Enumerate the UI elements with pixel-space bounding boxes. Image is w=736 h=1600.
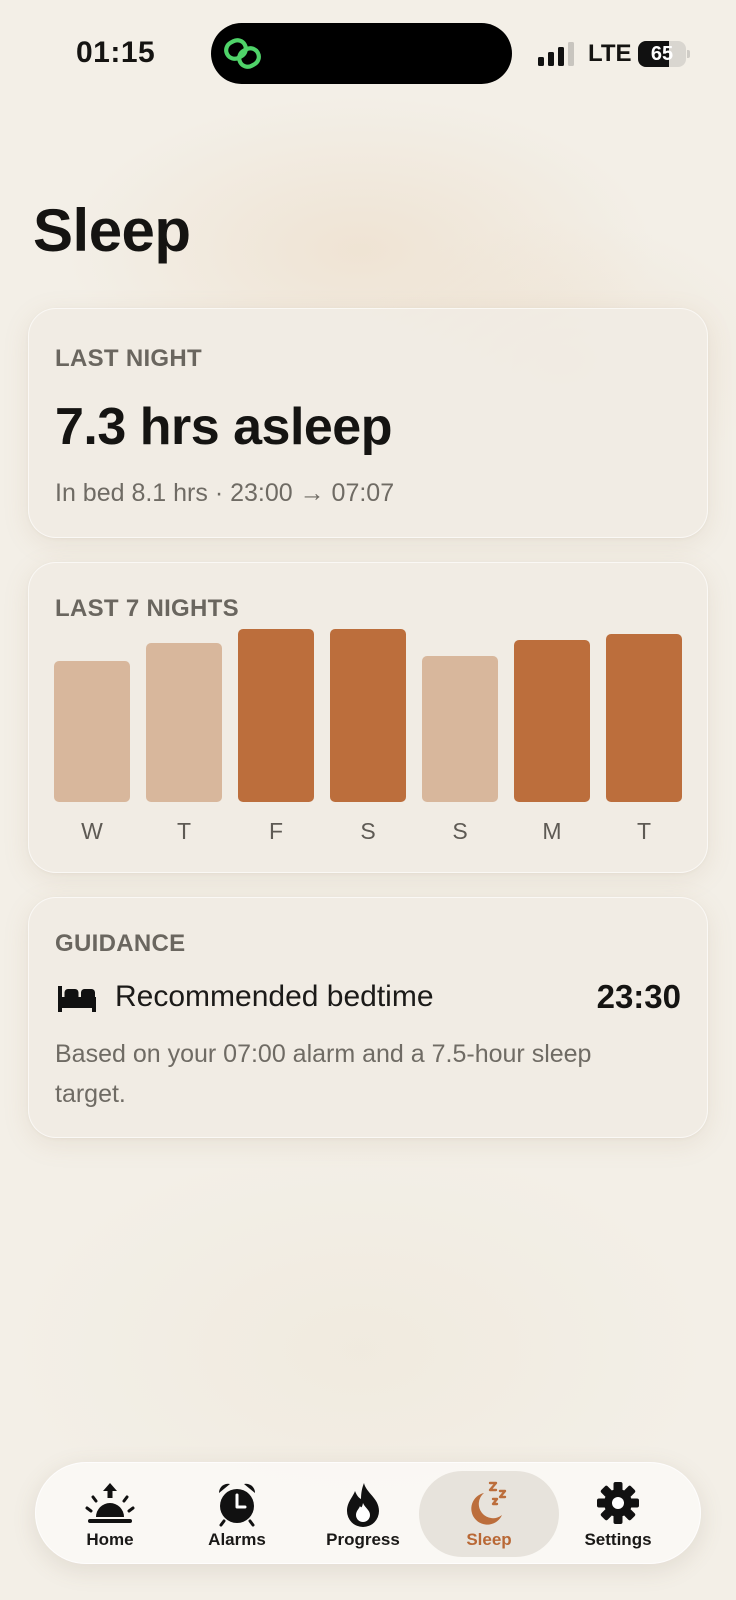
gear-icon — [597, 1482, 639, 1524]
last-night-label: LAST NIGHT — [55, 345, 202, 372]
last-7-nights-card[interactable]: LAST 7 NIGHTS WTFSSMT — [28, 562, 708, 873]
sleep-bar[interactable] — [422, 656, 498, 802]
sleep-bar[interactable] — [146, 643, 222, 802]
battery-body: 65 — [638, 41, 686, 67]
page-title: Sleep — [33, 197, 191, 264]
dynamic-island[interactable] — [211, 23, 512, 84]
sleep-bar[interactable] — [330, 629, 406, 802]
battery-cap — [687, 50, 690, 58]
tab-home[interactable]: Home — [40, 1471, 180, 1557]
in-bed-summary: In bed 8.1 hrs · 23:00 → 07:07 — [55, 479, 395, 507]
alarm-clock-icon — [218, 1483, 256, 1527]
recommended-bedtime-value: 23:30 — [596, 978, 681, 1015]
day-label: S — [360, 818, 376, 844]
tab-settings[interactable]: Settings — [548, 1471, 688, 1557]
tab-alarms[interactable]: Alarms — [167, 1471, 307, 1557]
battery-percent: 65 — [650, 43, 674, 65]
tab-bar: Home Alarms Progress Sleep Settings — [35, 1462, 701, 1564]
linked-rings-icon — [224, 38, 261, 69]
guidance-label: GUIDANCE — [55, 930, 186, 957]
sunrise-icon — [85, 1483, 135, 1523]
tab-alarms-label: Alarms — [208, 1530, 266, 1549]
tab-sleep-label: Sleep — [466, 1530, 512, 1549]
guidance-description: Based on your 07:00 alarm and a 7.5-hour… — [55, 1040, 592, 1108]
network-type: LTE — [588, 40, 632, 67]
day-label: S — [452, 818, 468, 844]
day-label: M — [542, 818, 562, 844]
sleep-bar[interactable] — [54, 661, 130, 802]
tab-home-label: Home — [86, 1530, 134, 1549]
day-label: W — [81, 818, 103, 844]
sleep-bar-chart: WTFSSMT — [29, 563, 709, 874]
tab-progress-label: Progress — [326, 1530, 400, 1549]
battery-indicator: 65 — [638, 41, 690, 67]
hours-asleep: 7.3 hrs asleep — [55, 398, 393, 456]
tab-settings-label: Settings — [584, 1530, 652, 1549]
last-night-card[interactable]: LAST NIGHT 7.3 hrs asleep In bed 8.1 hrs… — [28, 308, 708, 538]
flame-icon — [347, 1483, 379, 1527]
signal-strength-icon — [538, 42, 574, 66]
day-label: T — [636, 818, 652, 844]
moon-zzz-icon — [471, 1481, 507, 1525]
guidance-card[interactable]: GUIDANCE Recommended bedtime 23:30 Based… — [28, 897, 708, 1138]
sleep-bar[interactable] — [606, 634, 682, 802]
bed-icon — [58, 986, 96, 1012]
status-time: 01:15 — [76, 36, 156, 69]
sleep-bar[interactable] — [238, 629, 314, 802]
day-label: T — [176, 818, 192, 844]
tab-progress[interactable]: Progress — [293, 1471, 433, 1557]
day-label: F — [268, 818, 284, 844]
sleep-bar[interactable] — [514, 640, 590, 802]
tab-sleep[interactable]: Sleep — [419, 1471, 559, 1557]
recommended-bedtime-label: Recommended bedtime — [115, 980, 434, 1013]
